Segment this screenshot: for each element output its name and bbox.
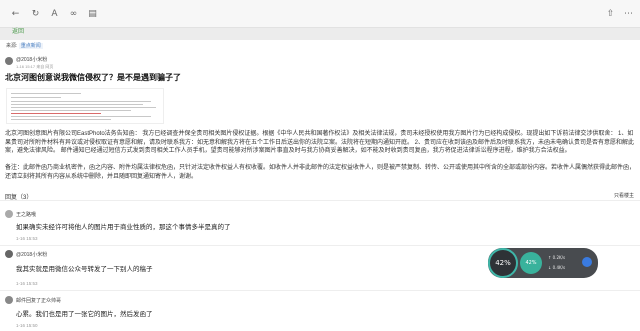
post-note: 备注：此邮件函乃商业机密件，函之内容、附件均属法律权危函，只针对法定收件权益人有… [5, 165, 636, 180]
breadcrumb: 来源: 重点新闻 [6, 42, 43, 49]
share-icon[interactable]: ⇧ [605, 9, 616, 20]
sort-op-only[interactable]: 只看楼主 [614, 192, 634, 199]
avatar[interactable] [5, 250, 13, 258]
post-content: 来源: 重点新闻 @2018小米粉 1-16 15:17 来自 网页 北京河图创… [0, 40, 640, 331]
cpu-value: 42% [495, 259, 511, 267]
memory-value: 42% [525, 260, 537, 266]
reply-time: 1-16 15:50 [16, 323, 38, 328]
post-body: 北京河图创意图片有限公司EastPhoto法务告知函： 我方已经调查并保全贵司相… [5, 131, 635, 154]
reply-time: 1-16 15:53 [16, 236, 38, 241]
download-speed: ↓ 0.4K/s [548, 265, 566, 270]
divider [0, 245, 640, 246]
reply-author[interactable]: 王之路哦 [16, 211, 36, 218]
reader-icon[interactable]: ▤ [87, 9, 98, 20]
back-icon[interactable]: ← [10, 9, 21, 20]
avatar[interactable] [5, 210, 13, 218]
link-icon[interactable]: ∞ [68, 9, 79, 20]
reply-author[interactable]: 邮件回复了正众帅哥 [16, 297, 61, 304]
font-icon[interactable]: A [49, 9, 60, 20]
reply-author[interactable]: @2018小米粉 [16, 251, 47, 258]
reply-text: 如果确实未经许可将他人的图片用于商业性质的，那这个事情多半是真的了 [16, 224, 231, 231]
more-icon[interactable]: ⋯ [623, 9, 634, 20]
browser-toolbar: ← ↻ A ∞ ▤ ⇧ ⋯ [0, 0, 640, 28]
upload-speed: ↑ 0.2K/s [548, 255, 566, 260]
upload-value: 0.2K/s [552, 255, 566, 260]
divider [0, 290, 640, 291]
system-monitor-widget[interactable]: 42% 42% ↑ 0.2K/s ↓ 0.4K/s [488, 248, 598, 278]
accelerate-icon[interactable] [582, 257, 592, 267]
cpu-gauge: 42% [488, 248, 518, 278]
post-date: 1-16 15:17 来自 网页 [16, 64, 54, 69]
memory-gauge: 42% [520, 252, 542, 274]
refresh-icon[interactable]: ↻ [30, 9, 41, 20]
reply-text: 我其实就是用微信公众号转发了一下别人的稿子 [16, 266, 153, 273]
breadcrumb-crumb[interactable]: 重点新闻 [18, 43, 43, 49]
attachment-image[interactable] [6, 88, 164, 124]
avatar[interactable] [5, 296, 13, 304]
page-title: 北京河图创意说我微信侵权了？是不是遇到骗子了 [5, 73, 181, 82]
back-link[interactable]: 返回 [12, 28, 24, 36]
avatar[interactable] [5, 57, 13, 65]
breadcrumb-prefix: 来源: [6, 43, 18, 49]
divider [0, 200, 640, 201]
reply-time: 1-16 15:53 [16, 281, 38, 286]
reply-text: 心累。我们也是用了一张它的图片，然后发函了 [16, 311, 153, 318]
post-author[interactable]: @2018小米粉 [16, 56, 47, 63]
download-value: 0.4K/s [552, 265, 566, 270]
